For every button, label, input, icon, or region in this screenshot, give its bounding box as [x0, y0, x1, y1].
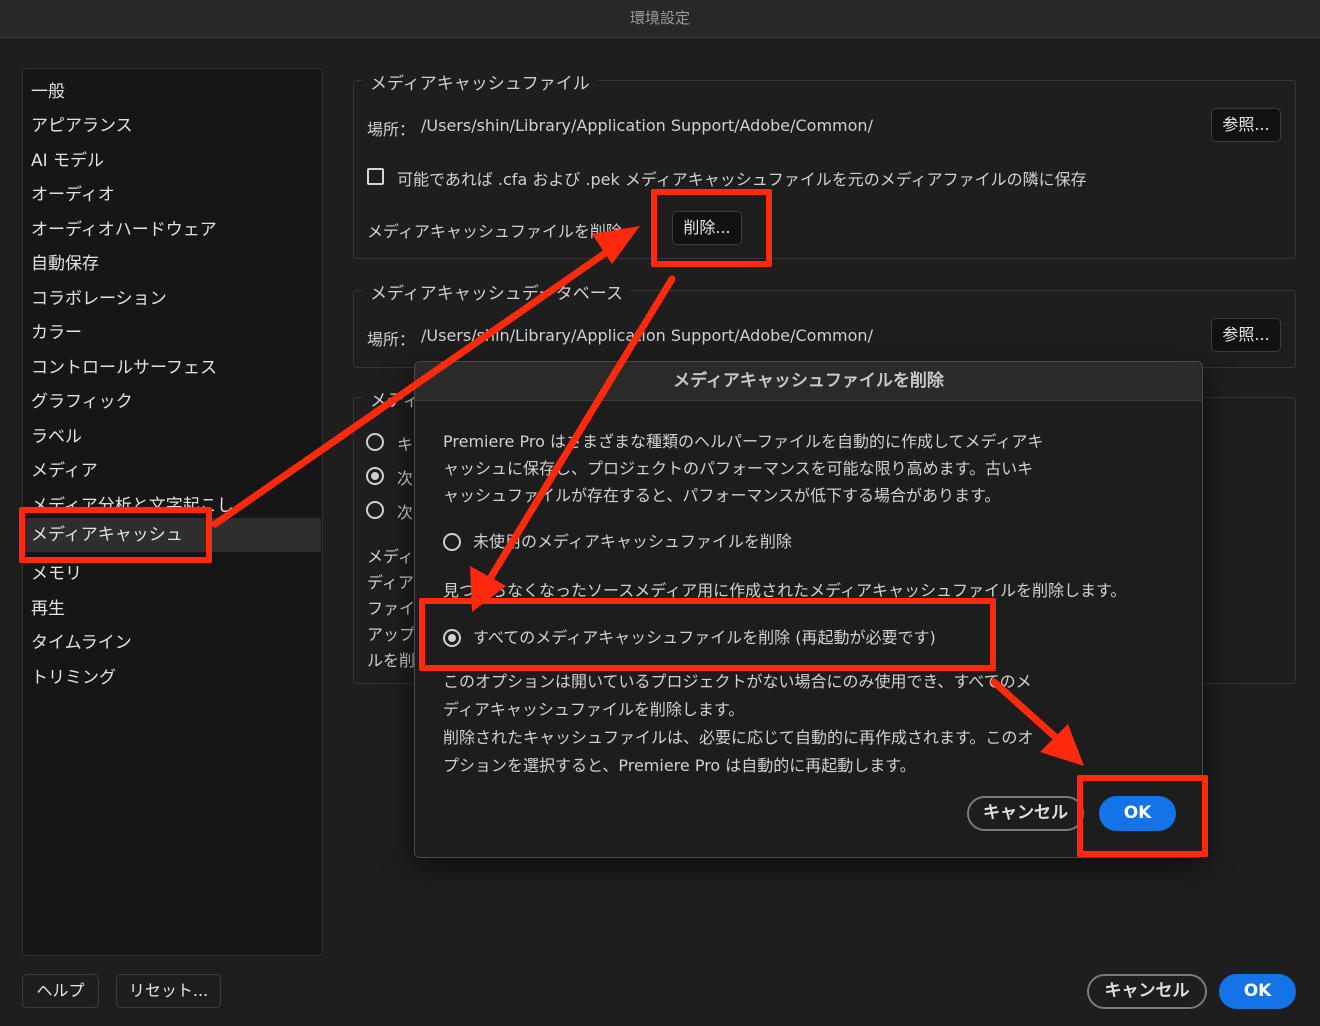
- arrow-delete-to-option: [484, 275, 676, 586]
- arrow-head-2: [470, 566, 506, 612]
- annotation-arrows: [211, 226, 1084, 766]
- arrow-sidebar-to-delete: [211, 243, 618, 528]
